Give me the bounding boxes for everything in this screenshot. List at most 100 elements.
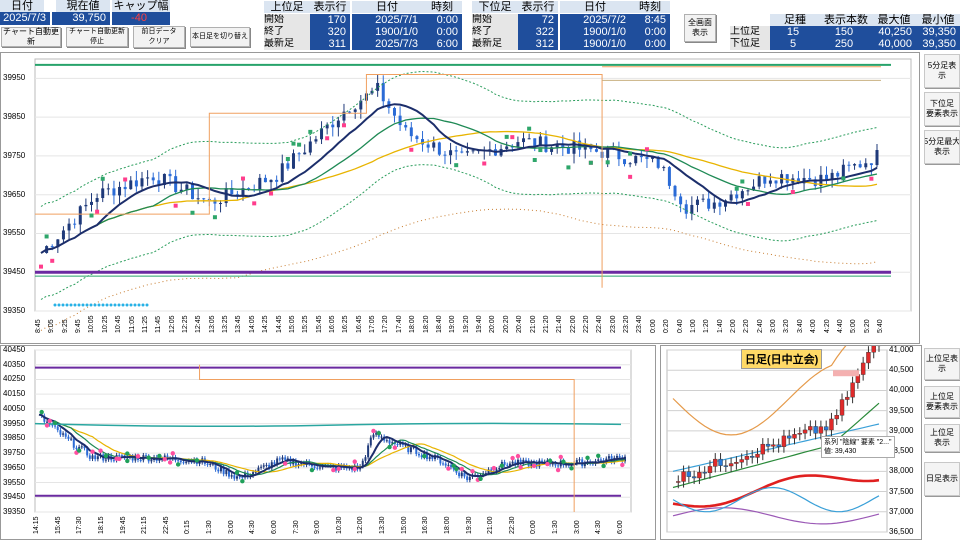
candle-body (174, 176, 178, 193)
x-tick-label: 13:05 (208, 315, 216, 333)
signal-marker (100, 176, 105, 181)
signal-marker (869, 176, 874, 181)
signal-marker (240, 176, 245, 181)
daily-show-button[interactable]: 日足表示 (924, 462, 960, 496)
summary-col-kind: 足種 (770, 14, 820, 26)
x-tick-label: 4:30 (249, 520, 257, 534)
candle-body (120, 455, 123, 457)
history-button[interactable]: 本日足を切り替え (190, 27, 250, 47)
x-tick-label: 8:45 (35, 319, 42, 333)
y-tick-label: 39350 (3, 306, 26, 315)
candle-body (56, 426, 59, 431)
x-tick-label: 16:30 (422, 516, 430, 534)
signal-marker (585, 455, 590, 461)
candle-body (864, 163, 868, 168)
signal-marker (446, 466, 451, 471)
candle-body (140, 178, 144, 187)
candle-body (498, 468, 501, 470)
candle-body (280, 163, 284, 182)
x-tick-label: 17:20 (382, 315, 390, 333)
summary-row-lower-max: 40,000 (872, 38, 916, 50)
candle-body (75, 447, 78, 449)
signal-marker (740, 179, 745, 184)
bottom-marker (121, 303, 125, 307)
summary-row-lower-label: 下位足 (730, 38, 770, 50)
candle-body (381, 82, 385, 102)
signal-marker (545, 461, 550, 467)
x-tick-label: 23:20 (623, 315, 631, 333)
candle-body (404, 125, 408, 128)
x-tick-label: 0:20 (663, 319, 671, 333)
candle-body (314, 139, 318, 142)
signal-marker (531, 463, 537, 469)
signal-marker (734, 186, 739, 191)
candle-body (458, 472, 461, 477)
y-tick-label: 36,500 (889, 527, 914, 536)
candle-body (460, 472, 463, 477)
signal-marker (325, 136, 330, 141)
signal-marker (588, 160, 593, 165)
x-tick-label: 3:00 (227, 520, 235, 534)
main-chart-panel: 39950 39850 39750 39650 39550 39450 39350 8:45… (0, 52, 920, 344)
signal-marker (39, 264, 43, 269)
candle-body (369, 437, 372, 446)
candle-body (372, 434, 375, 438)
signal-marker (482, 161, 487, 166)
candle-body (639, 155, 643, 158)
signal-marker (123, 177, 128, 182)
x-tick-label: 22:20 (582, 315, 590, 333)
clear-data-button[interactable]: 前日データ クリア (133, 26, 185, 48)
candle-body (409, 127, 413, 137)
upper-elements-button[interactable]: 上位足 要素表示 (924, 386, 960, 418)
auto-update-button[interactable]: チャート自動更新 (1, 27, 61, 47)
candle-body (615, 456, 618, 458)
upper-row-end-time: 0:00 (422, 26, 462, 38)
x-tick-label: 1:40 (716, 319, 724, 333)
candle-body (348, 111, 352, 113)
signal-marker (491, 465, 497, 471)
candle-body (284, 457, 287, 460)
candle-body (91, 455, 94, 459)
candle-body (398, 115, 402, 126)
candle-body (129, 180, 133, 190)
x-tick-label: 1:20 (703, 319, 711, 333)
upper-show-button[interactable]: 上位足表示 (924, 348, 960, 380)
y-tick-label: 39950 (3, 73, 26, 83)
x-tick-label: 21:15 (141, 516, 149, 534)
date-value: 2025/7/3 (0, 12, 50, 25)
auto-update-stop-button[interactable]: チャート自動更新停止 (66, 27, 128, 47)
signal-marker (454, 163, 459, 168)
lower-elements-button[interactable]: 下位足 要素表示 (924, 92, 960, 126)
candle-body (734, 462, 739, 464)
candle-body (112, 188, 116, 196)
candle-body (50, 246, 54, 248)
candle-body (697, 472, 702, 479)
candle-body (385, 440, 388, 442)
candle-body (442, 463, 445, 465)
five-min-show-button[interactable]: 5分足表示 (924, 54, 960, 88)
candle-body (396, 444, 399, 446)
bottom-marker (53, 303, 57, 307)
candle-body (281, 457, 284, 460)
summary-row-upper-min: 39,350 (916, 26, 960, 38)
candle-body (618, 456, 621, 458)
daily-tooltip: 系列 "陰線" 要素 "2..." 値: 39,430 (821, 436, 895, 458)
candle-body (765, 443, 771, 447)
signal-marker (620, 462, 625, 468)
signal-marker (459, 466, 464, 472)
y-tick-label: 38,000 (889, 466, 914, 476)
signal-marker (392, 445, 398, 450)
candle-body (428, 456, 431, 460)
candle-body (836, 172, 840, 177)
fullscreen-button[interactable]: 全画面 表示 (684, 14, 716, 42)
candle-body (578, 459, 581, 461)
upper-row-latest-date: 2025/7/3 (352, 38, 422, 50)
bottom-marker (89, 303, 93, 307)
candle-body (869, 163, 873, 166)
signal-marker (596, 453, 601, 458)
five-min-max-button[interactable]: 5分足最大 表示 (924, 130, 960, 164)
signal-marker (451, 463, 456, 468)
x-tick-label: 4:30 (595, 520, 603, 534)
candle-body (364, 457, 367, 461)
upper-show2-button[interactable]: 上位足 表示 (924, 424, 960, 452)
